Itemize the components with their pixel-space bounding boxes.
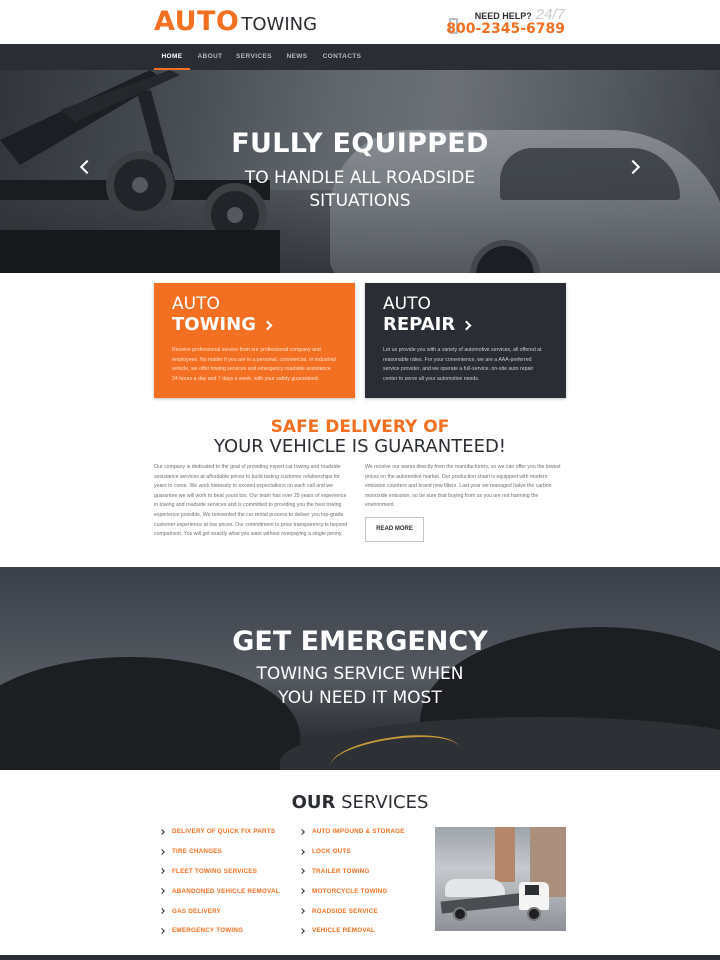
page: AUTO TOWING NEED HELP? 24/7 800-2345-678… — [0, 0, 720, 960]
main-nav: HOME ABOUT SERVICES NEWS CONTACTS — [0, 44, 720, 70]
service-item[interactable]: FLEET TOWING SERVICES — [159, 862, 280, 882]
service-item[interactable]: VEHICLE REMOVAL — [299, 921, 405, 941]
service-item[interactable]: TRAILER TOWING — [299, 862, 405, 882]
service-item[interactable]: ABANDONED VEHICLE REMOVAL — [159, 881, 280, 901]
hero-subtitle-line2: SITUATIONS — [309, 191, 411, 211]
hero-subtitle-line1: TO HANDLE ALL ROADSIDE — [244, 168, 476, 188]
service-label: GAS DELIVERY — [172, 907, 222, 915]
chevron-right-icon — [159, 928, 165, 934]
hero-title: FULLY EQUIPPED — [231, 128, 489, 159]
hero-slider: FULLY EQUIPPED TO HANDLE ALL ROADSIDE SI… — [0, 70, 720, 273]
service-item[interactable]: EMERGENCY TOWING — [159, 921, 280, 941]
service-label: AUTO IMPOUND & STORAGE — [312, 828, 405, 836]
chevron-right-icon — [299, 888, 305, 895]
services-list-left: DELIVERY OF QUICK FIX PARTS TIRE CHANGES… — [159, 822, 280, 941]
card-kicker: AUTO — [383, 294, 431, 314]
chevron-right-icon — [461, 320, 472, 330]
service-label: FLEET TOWING SERVICES — [172, 867, 258, 875]
photo-building — [495, 827, 515, 882]
about-text-right: We receive our wares directly from the m… — [365, 464, 561, 509]
service-label: MOTORCYCLE TOWING — [312, 887, 388, 895]
nav-contacts[interactable]: CONTACTS — [320, 44, 364, 70]
service-item[interactable]: TIRE CHANGES — [159, 842, 280, 862]
safe-delivery-subtitle: YOUR VEHICLE IS GUARANTEED! — [213, 436, 507, 457]
services-title-bold: OUR — [291, 792, 336, 813]
logo-auto-text: AUTO — [154, 6, 240, 37]
card-description: Let us provide you with a variety of aut… — [383, 347, 542, 382]
card-kicker: AUTO — [172, 294, 220, 314]
chevron-right-icon — [159, 848, 165, 855]
card-heading-text: TOWING — [172, 314, 256, 335]
footer-strip — [0, 955, 720, 960]
chevron-right-icon — [159, 908, 165, 914]
about-text-left: Our company is dedicated to the goal of … — [154, 464, 348, 538]
service-label: VEHICLE REMOVAL — [312, 927, 376, 935]
site-header: AUTO TOWING NEED HELP? 24/7 800-2345-678… — [0, 0, 720, 44]
photo-towed-car — [445, 879, 505, 897]
phone-number[interactable]: 800-2345-6789 — [446, 21, 565, 37]
photo-truck-window — [525, 885, 539, 895]
service-item[interactable]: LOCK OUTS — [299, 842, 405, 862]
read-more-button[interactable]: READ MORE — [365, 517, 424, 542]
tow-truck-photo — [435, 827, 566, 931]
site-logo[interactable]: AUTO TOWING — [154, 6, 317, 37]
services-list-right: AUTO IMPOUND & STORAGE LOCK OUTS TRAILER… — [299, 822, 405, 941]
nav-about[interactable]: ABOUT — [194, 44, 226, 70]
emergency-subtitle-line2: YOU NEED IT MOST — [278, 688, 442, 708]
chevron-right-icon — [299, 908, 305, 914]
chevron-right-icon — [299, 848, 305, 855]
nav-services[interactable]: SERVICES — [234, 44, 274, 70]
service-item[interactable]: MOTORCYCLE TOWING — [299, 881, 405, 901]
chevron-right-icon — [299, 868, 305, 875]
service-item[interactable]: AUTO IMPOUND & STORAGE — [299, 822, 405, 842]
service-item[interactable]: GAS DELIVERY — [159, 901, 280, 921]
services-title-rest: SERVICES — [341, 792, 429, 813]
chevron-right-icon — [299, 829, 305, 835]
service-label: EMERGENCY TOWING — [172, 927, 244, 935]
chevron-right-icon — [262, 320, 273, 330]
service-label: TRAILER TOWING — [312, 867, 370, 875]
nav-home[interactable]: HOME — [154, 44, 190, 70]
service-label: ROADSIDE SERVICE — [312, 907, 378, 915]
help-contact: NEED HELP? 24/7 800-2345-6789 — [446, 6, 565, 37]
emergency-banner: GET EMERGENCY TOWING SERVICE WHEN YOU NE… — [0, 567, 720, 770]
emergency-subtitle-line1: TOWING SERVICE WHEN — [256, 664, 464, 684]
nav-news[interactable]: NEWS — [282, 44, 312, 70]
auto-towing-card[interactable]: AUTO TOWING Receive professional service… — [154, 283, 355, 398]
services-title: OUR SERVICES — [0, 792, 720, 813]
safe-delivery-title: SAFE DELIVERY OF — [270, 417, 450, 437]
card-description: Receive professional service from our pr… — [172, 347, 336, 382]
photo-wheel — [527, 907, 541, 921]
photo-wheel — [453, 907, 467, 921]
chevron-right-icon — [159, 829, 165, 835]
chevron-right-icon — [299, 928, 305, 934]
emergency-title: GET EMERGENCY — [232, 626, 488, 657]
card-heading: TOWING — [172, 314, 337, 336]
service-label: LOCK OUTS — [312, 848, 351, 856]
chevron-right-icon — [159, 888, 165, 895]
card-heading: REPAIR — [383, 314, 548, 336]
card-heading-text: REPAIR — [383, 314, 456, 335]
service-label: TIRE CHANGES — [172, 848, 222, 856]
service-item[interactable]: DELIVERY OF QUICK FIX PARTS — [159, 822, 280, 842]
service-label: DELIVERY OF QUICK FIX PARTS — [172, 828, 276, 836]
logo-towing-text: TOWING — [241, 14, 318, 35]
need-help-label: NEED HELP? — [474, 11, 532, 21]
service-label: ABANDONED VEHICLE REMOVAL — [172, 887, 280, 895]
auto-repair-card[interactable]: AUTO REPAIR Let us provide you with a va… — [365, 283, 566, 398]
service-item[interactable]: ROADSIDE SERVICE — [299, 901, 405, 921]
chevron-right-icon — [159, 868, 165, 875]
